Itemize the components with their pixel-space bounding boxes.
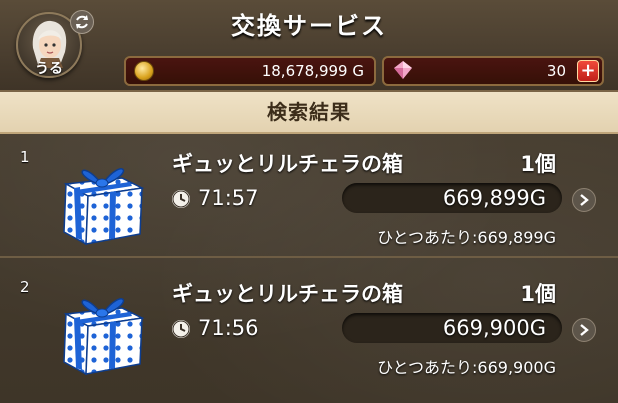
details-button[interactable] bbox=[572, 318, 596, 342]
gold-coin-icon bbox=[134, 61, 154, 81]
chevron-right-icon bbox=[580, 194, 589, 206]
exchange-service-screen: 交換サービス うる 18,678,999 G 30 + 検索結果 1 ギュッとリ… bbox=[0, 0, 618, 403]
time-remaining: 71:56 bbox=[198, 316, 259, 340]
header: 交換サービス うる 18,678,999 G 30 + bbox=[0, 0, 618, 92]
item-index: 2 bbox=[20, 278, 30, 296]
gift-box-icon bbox=[63, 298, 145, 376]
player-name: うる bbox=[35, 61, 63, 77]
chevron-right-icon bbox=[580, 324, 589, 336]
gem-value: 30 bbox=[546, 62, 566, 80]
details-button[interactable] bbox=[572, 188, 596, 212]
clock-icon bbox=[172, 190, 190, 208]
unit-price: ひとつあたり:669,899G bbox=[377, 228, 556, 247]
item-index: 1 bbox=[20, 148, 30, 166]
item-name: ギュッとリルチェラの箱 bbox=[172, 152, 403, 176]
gem-balance-bar: 30 + bbox=[382, 56, 604, 86]
list-item[interactable]: 1 ギュッとリルチェラの箱 1個 71:57 669,899G ひとつあたり:6… bbox=[0, 138, 618, 258]
item-quantity: 1個 bbox=[520, 152, 556, 176]
price-pill: 669,900G bbox=[342, 313, 562, 343]
item-price: 669,899G bbox=[442, 186, 546, 210]
price-pill: 669,899G bbox=[342, 183, 562, 213]
gift-box-icon bbox=[63, 168, 145, 246]
gem-icon bbox=[394, 61, 412, 79]
add-gems-button[interactable]: + bbox=[577, 60, 599, 82]
item-quantity: 1個 bbox=[520, 282, 556, 306]
sync-icon[interactable] bbox=[70, 10, 94, 34]
clock-icon bbox=[172, 320, 190, 338]
gold-value: 18,678,999 G bbox=[261, 62, 364, 80]
item-price: 669,900G bbox=[442, 316, 546, 340]
unit-price: ひとつあたり:669,900G bbox=[377, 358, 556, 377]
sync-arrows bbox=[76, 15, 88, 29]
search-results-heading: 検索結果 bbox=[0, 92, 618, 134]
item-name: ギュッとリルチェラの箱 bbox=[172, 282, 403, 306]
time-remaining: 71:57 bbox=[198, 186, 259, 210]
list-item[interactable]: 2 ギュッとリルチェラの箱 1個 71:56 669,900G ひとつあたり:6… bbox=[0, 268, 618, 386]
gold-balance-bar: 18,678,999 G bbox=[124, 56, 376, 86]
